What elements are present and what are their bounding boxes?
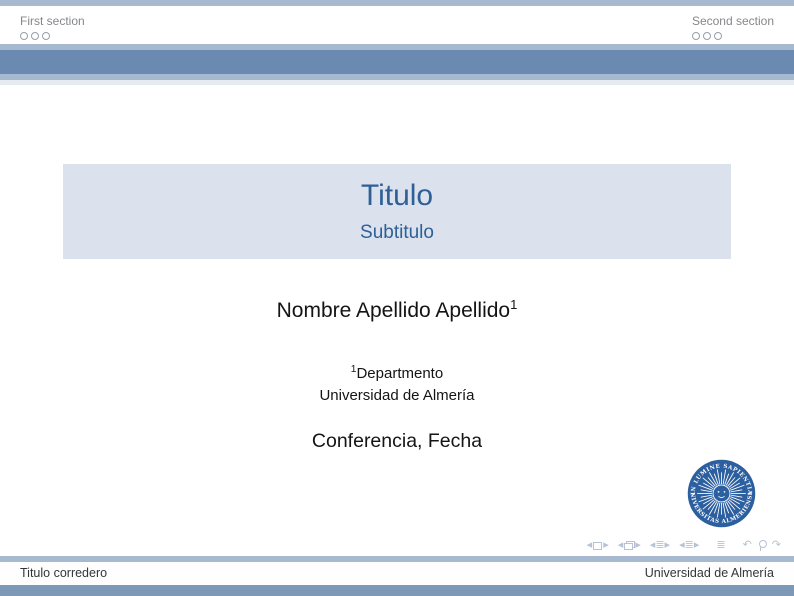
section-icon[interactable]: ≣ <box>685 538 694 553</box>
seal-eye-left <box>718 491 720 493</box>
next-slide-icon[interactable]: ▸ <box>603 538 609 553</box>
slide-title: Titulo <box>63 177 731 215</box>
frame-dot[interactable] <box>714 32 722 40</box>
frame-dot[interactable] <box>703 32 711 40</box>
seal-eye-right <box>724 491 726 493</box>
author-name: Nombre Apellido Apellido <box>277 299 510 322</box>
section-first-label[interactable]: First section <box>20 13 85 29</box>
section-headline: First section Second section <box>0 6 794 44</box>
frame-dot[interactable] <box>20 32 28 40</box>
frame-dot[interactable] <box>31 32 39 40</box>
go-back-icon[interactable]: ↶ <box>743 538 752 553</box>
header-band-shadow <box>0 80 794 85</box>
slide-subtitle: Subtitulo <box>63 221 731 245</box>
footer-institution: Universidad de Almería <box>645 562 774 585</box>
section-second-dots <box>692 32 774 41</box>
frame-dot[interactable] <box>42 32 50 40</box>
section-second-label[interactable]: Second section <box>692 13 774 29</box>
author-line: Nombre Apellido Apellido1 <box>0 297 794 323</box>
university-seal-logo: IN LUMINE SAPIENTIA VNIVERSITAS ALMERIEN… <box>684 456 759 531</box>
next-subsection-icon[interactable]: ▸ <box>665 538 671 553</box>
footer-bottom-bar <box>0 585 794 596</box>
beamer-slide: First section Second section Titulo Subt… <box>0 0 794 596</box>
appendix-icon[interactable]: ≣ <box>716 538 725 553</box>
beamer-navigation-bar: ◂ ▸ ◂ ▸ ◂ ≣ ▸ ◂ ≣ ▸ ≣ ↶ ↷ <box>587 538 781 553</box>
search-icon[interactable] <box>757 540 767 551</box>
prev-frame-icon[interactable]: ◂ <box>618 538 624 553</box>
author-footnote-mark: 1 <box>510 297 517 312</box>
title-block: Titulo Subtitulo <box>63 164 731 259</box>
institute-department-line: 1Departmento <box>0 359 794 385</box>
next-frame-icon[interactable]: ▸ <box>635 538 641 553</box>
conference-date: Conferencia, Fecha <box>0 430 794 453</box>
institute-department: Departmento <box>356 365 443 382</box>
go-forward-icon[interactable]: ↷ <box>772 538 781 553</box>
institute-block: 1Departmento Universidad de Almería <box>0 359 794 406</box>
subsection-icon[interactable]: ≣ <box>655 538 664 553</box>
header-band <box>0 50 794 74</box>
seal-sun-face <box>713 485 730 502</box>
section-second[interactable]: Second section <box>692 13 774 41</box>
section-first[interactable]: First section <box>20 13 85 41</box>
section-first-dots <box>20 32 85 41</box>
footer-strip: Titulo corredero Universidad de Almería <box>0 562 794 585</box>
next-section-icon[interactable]: ▸ <box>694 538 700 553</box>
frame-icon[interactable] <box>593 542 602 550</box>
frame-dot[interactable] <box>692 32 700 40</box>
footer-short-title: Titulo corredero <box>20 562 107 585</box>
frames-icon[interactable] <box>624 541 634 550</box>
prev-slide-icon[interactable]: ◂ <box>587 538 593 553</box>
institute-university: Universidad de Almería <box>0 385 794 407</box>
